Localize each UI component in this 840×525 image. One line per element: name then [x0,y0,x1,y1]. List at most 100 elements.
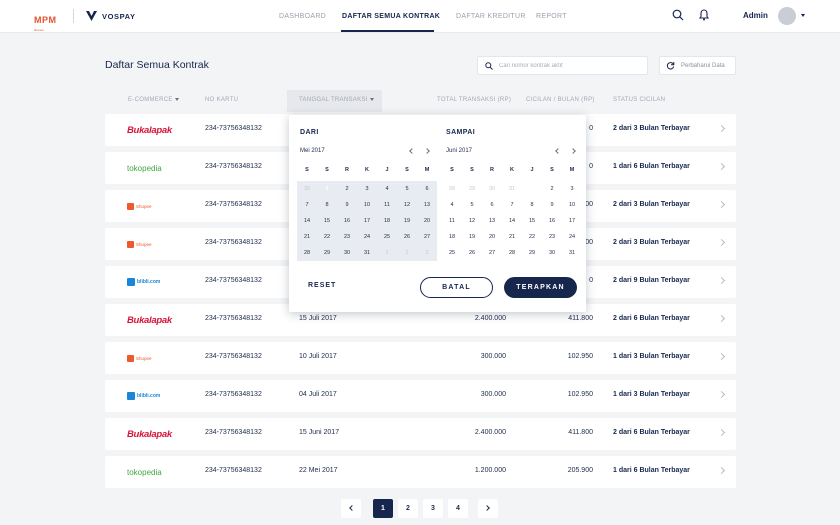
mpm-logo[interactable]: MPM finance [34,10,64,32]
calendar-day[interactable]: 12 [462,213,482,229]
calendar-day[interactable]: 22 [522,229,542,245]
calendar-day[interactable]: 5 [462,197,482,213]
chevron-right-icon[interactable] [717,466,726,475]
calendar-day[interactable]: 28 [442,181,462,197]
calendar-day[interactable]: 11 [442,213,462,229]
col-header-tanggal-transaksi[interactable]: TANGGAL TRANSAKSI [299,97,374,103]
calendar-day-selected[interactable]: 1 [522,181,542,197]
calendar-day[interactable]: 10 [357,197,377,213]
calendar-day[interactable]: 19 [397,213,417,229]
calendar-day[interactable]: 16 [337,213,357,229]
avatar[interactable] [778,7,796,25]
calendar-day[interactable]: 30 [297,181,317,197]
chevron-left-icon[interactable] [409,148,415,154]
calendar-day[interactable]: 31 [562,245,582,261]
search-icon[interactable] [672,9,684,21]
table-row[interactable]: Shopee 234-73756348132 10 Juli 2017 300.000… [105,342,736,374]
nav-daftar-semua-kontrak[interactable]: DAFTAR SEMUA KONTRAK [342,0,440,33]
calendar-day[interactable]: 29 [462,181,482,197]
chevron-right-icon[interactable] [717,238,726,247]
reset-button[interactable]: RESET [308,282,336,289]
calendar-day[interactable]: 3 [357,181,377,197]
chevron-right-icon[interactable] [717,352,726,361]
calendar-day[interactable]: 4 [442,197,462,213]
calendar-day[interactable]: 28 [297,245,317,261]
chevron-right-icon[interactable] [717,428,726,437]
chevron-left-icon[interactable] [555,148,561,154]
pagination-next[interactable] [478,499,498,518]
pagination-page-1[interactable]: 1 [373,499,393,518]
calendar-day[interactable]: 1 [377,245,397,261]
pagination-page-3[interactable]: 3 [423,499,443,518]
calendar-day[interactable]: 20 [482,229,502,245]
calendar-day-selected[interactable]: 1 [317,181,337,197]
calendar-day[interactable]: 2 [542,181,562,197]
bell-icon[interactable] [699,9,709,21]
calendar-day[interactable]: 2 [337,181,357,197]
calendar-day[interactable]: 18 [377,213,397,229]
calendar-day[interactable]: 14 [297,213,317,229]
calendar-day[interactable]: 25 [377,229,397,245]
calendar-day[interactable]: 18 [442,229,462,245]
table-row[interactable]: tokopedia 234-73756348132 22 Mei 2017 1.200… [105,456,736,488]
calendar-day[interactable]: 3 [417,245,437,261]
calendar-day[interactable]: 27 [417,229,437,245]
calendar-day[interactable]: 11 [377,197,397,213]
vospay-logo[interactable]: VOSPAY [86,11,136,21]
calendar-day[interactable]: 21 [297,229,317,245]
col-header-ecommerce[interactable]: E-COMMERCE [128,97,179,103]
user-name[interactable]: Admin [743,11,768,20]
nav-report[interactable]: REPORT [536,0,567,33]
caret-down-icon[interactable] [801,14,805,17]
calendar-day[interactable]: 14 [502,213,522,229]
calendar-day[interactable]: 20 [417,213,437,229]
calendar-day[interactable]: 28 [502,245,522,261]
calendar-day[interactable]: 4 [377,181,397,197]
calendar-day[interactable]: 26 [397,229,417,245]
calendar-day[interactable]: 23 [542,229,562,245]
calendar-day[interactable]: 31 [357,245,377,261]
calendar-day[interactable]: 22 [317,229,337,245]
search-input[interactable] [499,59,644,73]
calendar-day[interactable]: 30 [542,245,562,261]
calendar-day[interactable]: 13 [482,213,502,229]
calendar-day[interactable]: 19 [462,229,482,245]
calendar-day[interactable]: 15 [317,213,337,229]
calendar-day[interactable]: 6 [417,181,437,197]
table-row[interactable]: Bukalapak 234-73756348132 15 Juni 2017 2.40… [105,418,736,450]
pagination-page-2[interactable]: 2 [398,499,418,518]
pagination-page-4[interactable]: 4 [448,499,468,518]
calendar-day[interactable]: 9 [542,197,562,213]
calendar-day[interactable]: 21 [502,229,522,245]
calendar-day[interactable]: 7 [502,197,522,213]
refresh-button[interactable]: Perbaharui Data [659,56,736,75]
calendar-day[interactable]: 12 [397,197,417,213]
calendar-day[interactable]: 7 [297,197,317,213]
search-field[interactable] [477,56,648,75]
calendar-day[interactable]: 16 [542,213,562,229]
calendar-day[interactable]: 26 [462,245,482,261]
calendar-day[interactable]: 30 [337,245,357,261]
calendar-day[interactable]: 17 [357,213,377,229]
chevron-right-icon[interactable] [717,124,726,133]
calendar-day[interactable]: 5 [397,181,417,197]
chevron-right-icon[interactable] [717,314,726,323]
calendar-day[interactable]: 30 [482,181,502,197]
calendar-day[interactable]: 6 [482,197,502,213]
calendar-day[interactable]: 24 [357,229,377,245]
pagination-prev[interactable] [341,499,361,518]
calendar-day[interactable]: 3 [562,181,582,197]
calendar-day[interactable]: 31 [502,181,522,197]
nav-dashboard[interactable]: DASHBOARD [279,0,326,33]
calendar-day[interactable]: 24 [562,229,582,245]
calendar-day[interactable]: 8 [317,197,337,213]
chevron-right-icon[interactable] [717,276,726,285]
calendar-day[interactable]: 15 [522,213,542,229]
chevron-right-icon[interactable] [717,390,726,399]
table-row[interactable]: blibli.com 234-73756348132 04 Juli 2017 300… [105,380,736,412]
calendar-day[interactable]: 25 [442,245,462,261]
calendar-day[interactable]: 10 [562,197,582,213]
calendar-day[interactable]: 8 [522,197,542,213]
calendar-day[interactable]: 27 [482,245,502,261]
chevron-right-icon[interactable] [570,148,576,154]
